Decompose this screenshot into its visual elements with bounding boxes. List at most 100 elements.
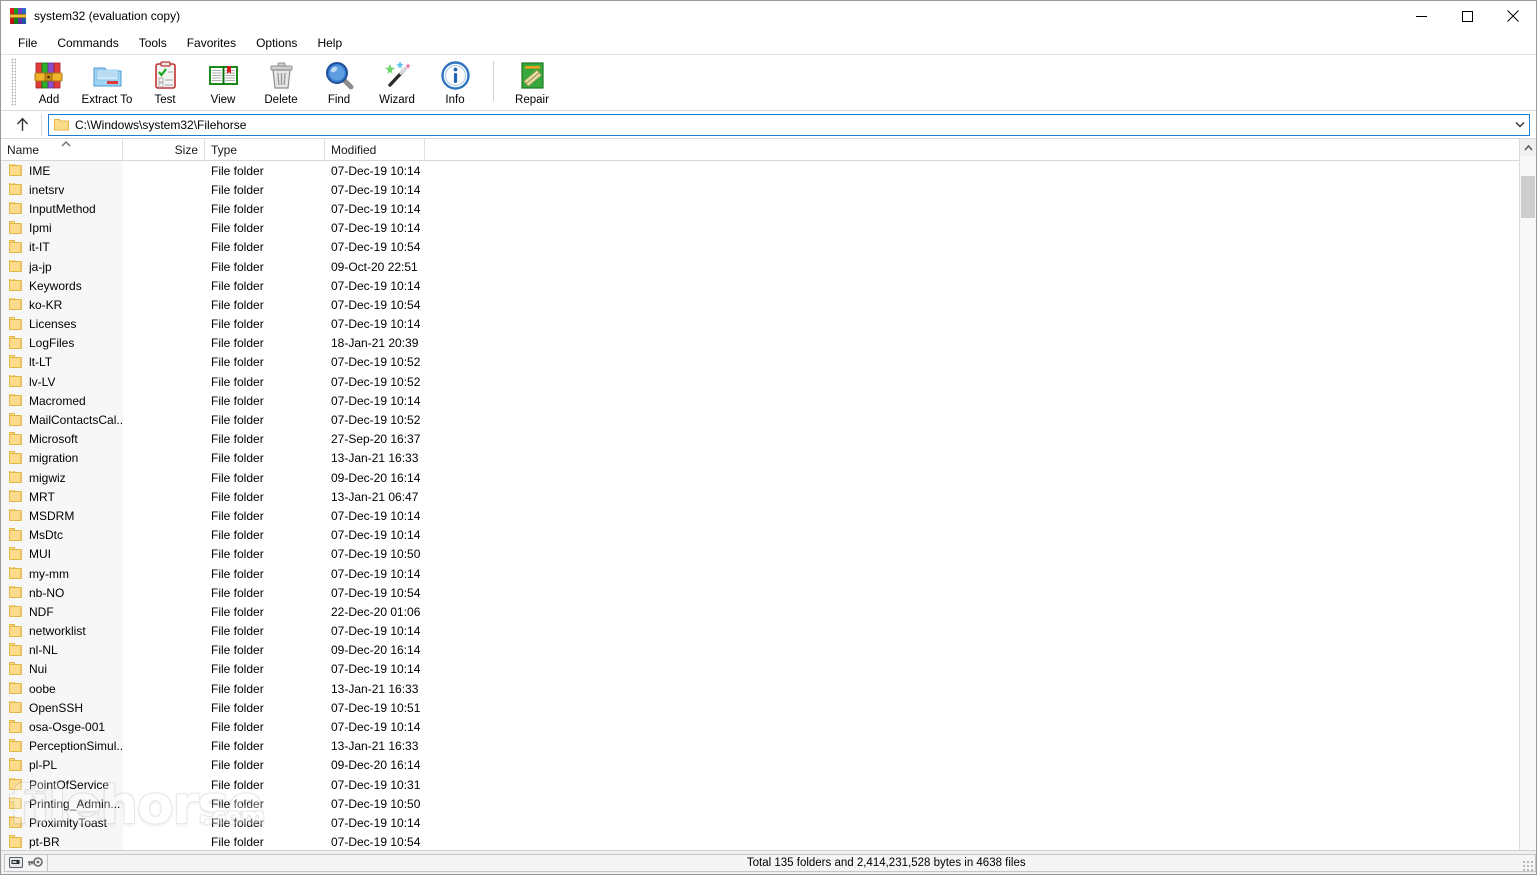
menu-item-help[interactable]: Help [307, 33, 352, 53]
table-row[interactable]: migwiz File folder 09-Dec-20 16:14 [1, 468, 1519, 487]
table-row[interactable]: ko-KR File folder 07-Dec-19 10:54 [1, 295, 1519, 314]
table-row[interactable]: lv-LV File folder 07-Dec-19 10:52 [1, 372, 1519, 391]
table-row[interactable]: OpenSSH File folder 07-Dec-19 10:51 [1, 698, 1519, 717]
file-modified-cell: 13-Jan-21 16:33 [331, 739, 419, 754]
file-modified-cell: 07-Dec-19 10:14 [331, 508, 421, 523]
menu-item-file[interactable]: File [8, 33, 47, 53]
toolbar-button-extract-to[interactable]: Extract To [78, 55, 136, 109]
table-row[interactable]: MSDRM File folder 07-Dec-19 10:14 [1, 506, 1519, 525]
file-name-label: my-mm [29, 566, 69, 581]
folder-icon [9, 393, 22, 407]
table-row[interactable]: nb-NO File folder 07-Dec-19 10:54 [1, 583, 1519, 602]
file-list-rows[interactable]: IME File folder 07-Dec-19 10:14 inetsrv File… [1, 161, 1519, 850]
scrollbar-thumb[interactable] [1521, 176, 1535, 218]
scroll-up-arrow-icon[interactable] [1520, 139, 1536, 156]
table-row[interactable]: osa-Osge-001 File folder 07-Dec-19 10:14 [1, 717, 1519, 736]
column-header-name-label: Name [7, 142, 40, 157]
up-arrow-icon[interactable] [7, 113, 37, 137]
file-name-label: inetsrv [29, 182, 65, 197]
table-row[interactable]: pl-PL File folder 09-Dec-20 16:14 [1, 756, 1519, 775]
table-row[interactable]: LogFiles File folder 18-Jan-21 20:39 [1, 334, 1519, 353]
file-name-cell: Ipmi [1, 221, 123, 235]
file-name-label: OpenSSH [29, 700, 84, 715]
table-row[interactable]: my-mm File folder 07-Dec-19 10:14 [1, 564, 1519, 583]
file-type-cell: File folder [211, 355, 264, 370]
table-row[interactable]: PerceptionSimul... File folder 13-Jan-21 1… [1, 737, 1519, 756]
table-row[interactable]: MailContactsCal... File folder 07-Dec-19 1… [1, 410, 1519, 429]
table-row[interactable]: MsDtc File folder 07-Dec-19 10:14 [1, 526, 1519, 545]
address-combobox[interactable]: C:\Windows\system32\Filehorse [48, 113, 1530, 136]
file-modified-cell: 13-Jan-21 06:47 [331, 489, 419, 504]
toolbar-button-add[interactable]: Add [20, 55, 78, 109]
table-row[interactable]: Nui File folder 07-Dec-19 10:14 [1, 660, 1519, 679]
folder-icon [9, 336, 22, 349]
drive-icon[interactable] [9, 857, 23, 868]
table-row[interactable]: Macromed File folder 07-Dec-19 10:14 [1, 391, 1519, 410]
toolbar-button-delete[interactable]: Delete [252, 55, 310, 109]
file-name-label: LogFiles [29, 336, 75, 351]
table-row[interactable]: ProximityToast File folder 07-Dec-19 10:14 [1, 813, 1519, 832]
column-header-modified[interactable]: Modified [325, 139, 425, 160]
table-row[interactable]: NDF File folder 22-Dec-20 01:06 [1, 602, 1519, 621]
table-row[interactable]: oobe File folder 13-Jan-21 16:33 [1, 679, 1519, 698]
toolbar-button-find[interactable]: Find [310, 55, 368, 109]
close-icon[interactable] [1490, 1, 1536, 31]
chevron-down-icon[interactable] [1511, 121, 1529, 128]
table-row[interactable]: MUI File folder 07-Dec-19 10:50 [1, 545, 1519, 564]
key-icon[interactable] [27, 857, 43, 868]
toolbar-button-wizard[interactable]: Wizard [368, 55, 426, 109]
menu-item-tools[interactable]: Tools [129, 33, 177, 53]
minimize-icon[interactable] [1398, 1, 1444, 31]
file-name-cell: nb-NO [1, 585, 123, 600]
file-name-cell: LogFiles [1, 336, 123, 350]
column-header-size[interactable]: Size [123, 139, 205, 160]
test-clipboard-icon [149, 59, 182, 92]
table-row[interactable]: Ipmi File folder 07-Dec-19 10:14 [1, 219, 1519, 238]
vertical-scrollbar[interactable] [1519, 139, 1536, 850]
table-row[interactable]: Keywords File folder 07-Dec-19 10:14 [1, 276, 1519, 295]
menu-item-commands[interactable]: Commands [47, 33, 128, 53]
file-name-cell: inetsrv [1, 182, 123, 197]
file-type-cell: File folder [211, 374, 264, 389]
file-name-label: Ipmi [29, 221, 52, 236]
table-row[interactable]: Microsoft File folder 27-Sep-20 16:37 [1, 430, 1519, 449]
maximize-icon[interactable] [1444, 1, 1490, 31]
title-bar: system32 (evaluation copy) [1, 1, 1536, 31]
table-row[interactable]: ja-jp File folder 09-Oct-20 22:51 [1, 257, 1519, 276]
view-book-icon [207, 59, 240, 92]
menu-item-favorites[interactable]: Favorites [177, 33, 246, 53]
table-row[interactable]: lt-LT File folder 07-Dec-19 10:52 [1, 353, 1519, 372]
table-row[interactable]: IME File folder 07-Dec-19 10:14 [1, 161, 1519, 180]
file-name-label: lt-LT [29, 355, 53, 370]
find-magnifier-icon [323, 59, 356, 92]
toolbar-button-test[interactable]: Test [136, 55, 194, 109]
file-modified-cell: 07-Dec-19 10:54 [331, 240, 421, 255]
table-row[interactable]: PointOfService File folder 07-Dec-19 10:31 [1, 775, 1519, 794]
file-modified-cell: 07-Dec-19 10:14 [331, 182, 421, 197]
toolbar-button-info[interactable]: Info [426, 55, 484, 109]
table-row[interactable]: Licenses File folder 07-Dec-19 10:14 [1, 315, 1519, 334]
table-row[interactable]: inetsrv File folder 07-Dec-19 10:14 [1, 180, 1519, 199]
column-header-filler [425, 139, 1519, 160]
table-row[interactable]: MRT File folder 13-Jan-21 06:47 [1, 487, 1519, 506]
resize-grip[interactable] [1522, 860, 1534, 872]
table-row[interactable]: Printing_Admin... File folder 07-Dec-19 10… [1, 794, 1519, 813]
file-modified-cell: 07-Dec-19 10:14 [331, 317, 421, 332]
toolbar-grip[interactable] [11, 58, 16, 106]
table-row[interactable]: migration File folder 13-Jan-21 16:33 [1, 449, 1519, 468]
scrollbar-track[interactable] [1520, 156, 1536, 850]
table-row[interactable]: InputMethod File folder 07-Dec-19 10:14 [1, 199, 1519, 218]
file-name-cell: InputMethod [1, 201, 123, 216]
table-row[interactable]: it-IT File folder 07-Dec-19 10:54 [1, 238, 1519, 257]
file-name-cell: Licenses [1, 317, 123, 331]
file-name-label: osa-Osge-001 [29, 720, 106, 735]
table-row[interactable]: nl-NL File folder 09-Dec-20 16:14 [1, 641, 1519, 660]
menu-item-options[interactable]: Options [246, 33, 307, 53]
table-row[interactable]: pt-BR File folder 07-Dec-19 10:54 [1, 833, 1519, 850]
toolbar-button-view[interactable]: View [194, 55, 252, 109]
folder-icon [9, 240, 22, 253]
column-header-name[interactable]: Name [1, 139, 123, 160]
toolbar-button-repair[interactable]: Repair [503, 55, 561, 109]
column-header-type[interactable]: Type [205, 139, 325, 160]
table-row[interactable]: networklist File folder 07-Dec-19 10:14 [1, 622, 1519, 641]
